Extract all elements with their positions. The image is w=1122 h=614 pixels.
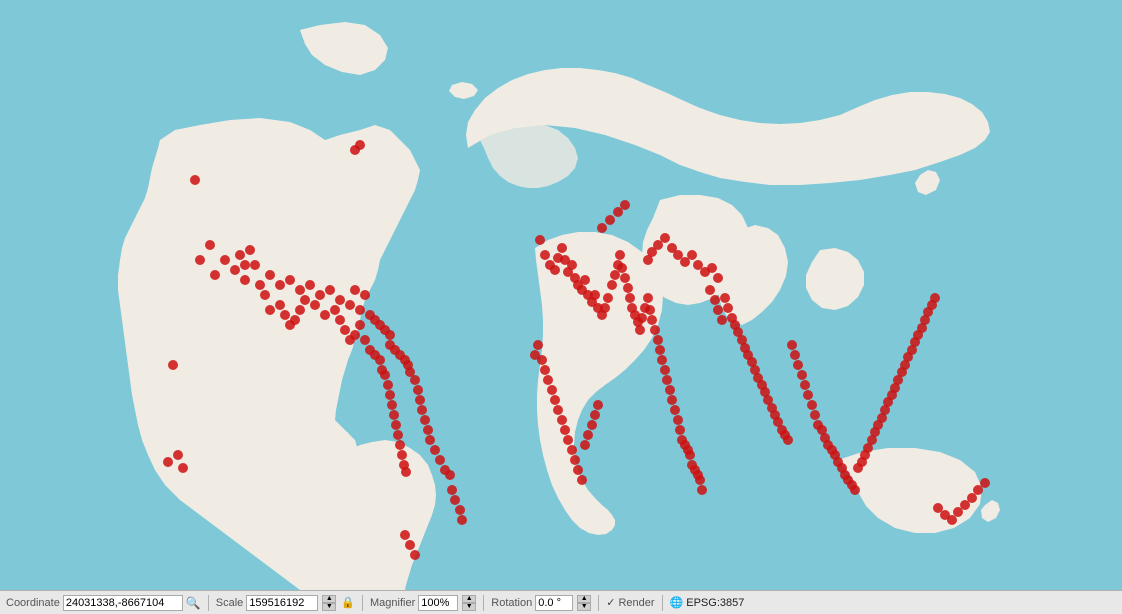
rotation-up-button[interactable]: ▲ xyxy=(577,595,591,603)
divider-4 xyxy=(598,595,599,611)
magnifier-up-button[interactable]: ▲ xyxy=(462,595,476,603)
magnifier-label: Magnifier xyxy=(370,597,415,609)
scale-item: Scale ▲ ▼ 🔒 xyxy=(216,595,355,611)
epsg-value: EPSG:3857 xyxy=(686,597,744,609)
map-container[interactable] xyxy=(0,0,1122,590)
status-bar: Coordinate 🔍 Scale ▲ ▼ 🔒 Magnifier ▲ ▼ R… xyxy=(0,590,1122,614)
render-label: Render xyxy=(618,597,654,609)
scale-spinners: ▲ ▼ xyxy=(322,595,336,611)
divider-2 xyxy=(362,595,363,611)
divider-5 xyxy=(662,595,663,611)
scale-up-button[interactable]: ▲ xyxy=(322,595,336,603)
scale-label: Scale xyxy=(216,597,244,609)
magnifier-item: Magnifier ▲ ▼ xyxy=(370,595,476,611)
scale-down-button[interactable]: ▼ xyxy=(322,603,336,611)
coordinate-item: Coordinate 🔍 xyxy=(6,595,201,611)
epsg-item: 🌐 EPSG:3857 xyxy=(670,596,745,609)
world-map xyxy=(0,0,1122,590)
render-item: ✓ Render xyxy=(606,596,654,609)
epsg-icon: 🌐 xyxy=(670,596,684,609)
rotation-label: Rotation xyxy=(491,597,532,609)
coordinate-label: Coordinate xyxy=(6,597,60,609)
render-checkmark: ✓ xyxy=(606,596,615,609)
divider-1 xyxy=(208,595,209,611)
rotation-input[interactable] xyxy=(535,595,573,611)
rotation-item: Rotation ▲ ▼ xyxy=(491,595,591,611)
rotation-down-button[interactable]: ▼ xyxy=(577,603,591,611)
lock-icon: 🔒 xyxy=(341,596,355,609)
rotation-spinners: ▲ ▼ xyxy=(577,595,591,611)
coordinate-input[interactable] xyxy=(63,595,183,611)
magnifier-down-button[interactable]: ▼ xyxy=(462,603,476,611)
magnifier-spinners: ▲ ▼ xyxy=(462,595,476,611)
magnifier-input[interactable] xyxy=(418,595,458,611)
divider-3 xyxy=(483,595,484,611)
scale-input[interactable] xyxy=(246,595,318,611)
coordinate-icon: 🔍 xyxy=(186,596,201,610)
